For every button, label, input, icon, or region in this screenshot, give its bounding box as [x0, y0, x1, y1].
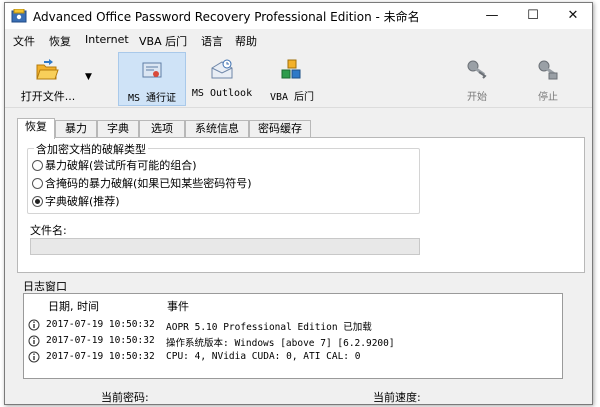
- radio-dictionary[interactable]: 字典破解(推荐): [32, 193, 120, 209]
- tab-brute-force[interactable]: 暴力: [55, 120, 97, 138]
- menu-recovery[interactable]: 恢复: [49, 33, 71, 49]
- info-icon: [28, 319, 40, 331]
- title-bar[interactable]: Advanced Office Password Recovery Profes…: [5, 3, 592, 29]
- certificate-icon: [142, 62, 162, 78]
- log-datetime: 2017-07-19 10:50:32: [46, 319, 155, 330]
- stop-button[interactable]: 停止: [519, 52, 577, 106]
- attack-type-title: 含加密文档的破解类型: [34, 141, 148, 157]
- dropdown-arrow-icon[interactable]: ▼: [85, 72, 92, 82]
- ms-cert-label: MS 通行证: [127, 93, 177, 104]
- ms-outlook-button[interactable]: MS Outlook: [188, 52, 256, 106]
- log-header-event[interactable]: 事件: [167, 298, 189, 314]
- maximize-button[interactable]: ☐: [513, 3, 553, 29]
- log-datetime: 2017-07-19 10:50:32: [46, 351, 155, 362]
- minimize-button[interactable]: —: [472, 3, 512, 29]
- menu-file[interactable]: 文件: [13, 33, 35, 49]
- radio-brute-force[interactable]: 暴力破解(尝试所有可能的组合): [32, 157, 197, 173]
- folder-open-icon: [36, 59, 59, 80]
- log-header-datetime[interactable]: 日期, 时间: [48, 298, 99, 314]
- radio-mask-attack[interactable]: 含掩码的暴力破解(如果已知某些密码符号): [32, 175, 252, 191]
- log-event: AOPR 5.10 Professional Edition 已加载: [166, 322, 372, 333]
- vba-backdoor-button[interactable]: VBA 后门: [258, 52, 326, 106]
- tab-system-info[interactable]: 系统信息: [185, 120, 249, 138]
- stop-label: 停止: [538, 92, 558, 103]
- file-name-field[interactable]: [30, 238, 420, 255]
- tab-options[interactable]: 选项: [139, 120, 185, 138]
- key-start-icon: [467, 60, 487, 79]
- info-icon: [28, 335, 40, 347]
- radio-circle[interactable]: [32, 160, 43, 171]
- menu-vba[interactable]: VBA 后门: [139, 33, 187, 49]
- tab-password-cache[interactable]: 密码缓存: [249, 120, 311, 138]
- recovery-panel: 含加密文档的破解类型 暴力破解(尝试所有可能的组合) 含掩码的暴力破解(如果已知…: [17, 137, 585, 273]
- open-file-button[interactable]: ▼ 打开文件...: [9, 52, 105, 106]
- start-label: 开始: [467, 92, 487, 103]
- radio-circle[interactable]: [32, 178, 43, 189]
- menu-internet[interactable]: Internet: [85, 33, 129, 46]
- radio-circle-selected[interactable]: [32, 196, 43, 207]
- app-logo-icon: [11, 9, 27, 23]
- key-stop-icon: [538, 60, 558, 80]
- vba-backdoor-label: VBA 后门: [269, 92, 315, 103]
- app-window: Advanced Office Password Recovery Profes…: [4, 2, 593, 405]
- log-row[interactable]: 2017-07-19 10:50:32 AOPR 5.10 Profession…: [24, 318, 562, 333]
- outlook-icon: [211, 59, 233, 79]
- attack-type-group: 含加密文档的破解类型 暴力破解(尝试所有可能的组合) 含掩码的暴力破解(如果已知…: [27, 141, 420, 214]
- log-datetime: 2017-07-19 10:50:32: [46, 335, 155, 346]
- close-button[interactable]: ✕: [553, 3, 592, 29]
- log-window[interactable]: 日期, 时间 事件 2017-07-19 10:50:32 AOPR 5.10 …: [23, 293, 563, 379]
- radio-label: 含掩码的暴力破解(如果已知某些密码符号): [45, 177, 252, 190]
- open-file-label: 打开文件...: [20, 90, 76, 103]
- log-event: 操作系统版本: Windows [above 7] [6.2.9200]: [166, 338, 395, 349]
- ms-outlook-label: MS Outlook: [191, 88, 253, 99]
- start-button[interactable]: 开始: [448, 52, 506, 106]
- menu-bar: 文件 恢复 Internet VBA 后门 语言 帮助: [5, 31, 592, 49]
- tab-dictionary[interactable]: 字典: [97, 120, 139, 138]
- log-row[interactable]: 2017-07-19 10:50:32 CPU: 4, NVidia CUDA:…: [24, 350, 562, 365]
- log-event: CPU: 4, NVidia CUDA: 0, ATI CAL: 0: [166, 351, 361, 362]
- info-icon: [28, 351, 40, 363]
- toolbar: ▼ 打开文件... MS 通行证 MS Outlook VBA 后门 开始 停止: [5, 50, 592, 108]
- status-bar: 当前密码: 当前速度:: [5, 388, 592, 404]
- radio-label: 暴力破解(尝试所有可能的组合): [45, 159, 197, 172]
- log-row[interactable]: 2017-07-19 10:50:32 操作系统版本: Windows [abo…: [24, 334, 562, 349]
- log-title: 日志窗口: [23, 280, 67, 293]
- file-name-label: 文件名:: [30, 224, 67, 237]
- menu-language[interactable]: 语言: [201, 33, 223, 49]
- current-speed-label: 当前速度:: [373, 391, 421, 404]
- vba-cubes-icon: [281, 59, 301, 79]
- tab-recovery[interactable]: 恢复: [17, 118, 55, 139]
- current-password-label: 当前密码:: [101, 391, 149, 404]
- menu-help[interactable]: 帮助: [235, 33, 257, 49]
- radio-label: 字典破解(推荐): [45, 195, 120, 208]
- ms-cert-button[interactable]: MS 通行证: [118, 52, 186, 106]
- window-title: Advanced Office Password Recovery Profes…: [33, 10, 420, 24]
